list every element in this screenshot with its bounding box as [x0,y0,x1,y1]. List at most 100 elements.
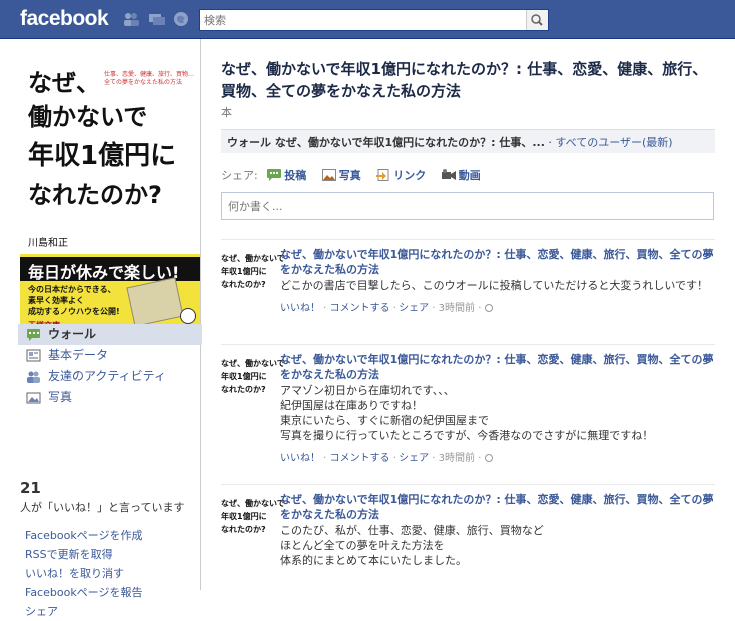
story-actor-link[interactable]: なぜ、働かないで年収1億円になれたのか？: 仕事、恋愛、健康、旅行、買物、全ての… [280,247,715,277]
story-message-line: 東京にいたら、すぐに新宿の紀伊国屋まで [280,414,489,427]
story-message: どこかの書店で目撃したら、このウオールに投稿していただけると大変うれしいです！ [280,278,715,293]
photos-icon [26,392,41,404]
story-message: このたび、私が、仕事、恋愛、健康、旅行、買物など ほとんど全ての夢を叶えた方法を… [280,523,715,568]
filter-selected[interactable]: ウォール なぜ、働かないで年収1億円になれたのか？: 仕事、... [227,136,545,149]
likes-text: 人が「いいね！」と言っています [20,501,185,514]
share-video-button[interactable]: 動画 [441,167,481,183]
status-icon [267,169,282,181]
thumb-line: なぜ、働かないで [221,359,285,368]
create-page-link[interactable]: Facebookページを作成 [25,526,142,545]
cover-band: 毎日が休みで楽しい! 今の日本だからできる、 素早く効率よく 成功するノウハウを… [20,254,200,334]
thumb-line: なれたのか? [221,525,266,534]
share-status-button[interactable]: 投稿 [267,167,306,183]
wall-story: なぜ、働かないで 年収1億円に なれたのか? なぜ、働かないで年収1億円になれた… [221,239,715,344]
cover-band-line: 今の日本だからできる、 [28,285,116,294]
story-actor-link[interactable]: なぜ、働かないで年収1億円になれたのか？: 仕事、恋愛、健康、旅行、買物、全ての… [280,492,715,522]
story-message-line: どこかの書店で目撃したら、このウオールに投稿していただけると大変うれしいです！ [280,279,709,292]
privacy-globe-icon [484,304,493,312]
left-column: なぜ、 仕事、恋愛、健康、旅行、買物…全ての夢をかなえた私の方法 働かないで 年… [0,39,202,618]
like-link[interactable]: いいね！ [280,453,320,464]
filter-all-users-link[interactable]: すべてのユーザー(最新) [555,136,672,149]
story-thumbnail[interactable]: なぜ、働かないで 年収1億円に なれたのか? [221,495,285,547]
thumb-line: 年収1億円に [221,372,267,381]
story-thumbnail[interactable]: なぜ、働かないで 年収1億円に なれたのか? [221,355,285,407]
story-body: なぜ、働かないで年収1億円になれたのか？: 仕事、恋愛、健康、旅行、買物、全ての… [280,492,715,568]
comment-link[interactable]: コメントする [330,453,390,464]
story-timestamp[interactable]: 3時間前 [439,453,475,464]
cat-illustration [180,308,196,324]
filter-separator: · [544,136,556,149]
friends-activity-icon [27,371,40,383]
story-message-line: 紀伊国屋は在庫ありですね！ [280,399,423,412]
thumb-line: 年収1億円に [221,512,267,521]
search-icon [531,14,543,26]
share-photo-label: 写真 [338,169,361,182]
cover-tagline: 仕事、恋愛、健康、旅行、買物…全ての夢をかなえた私の方法 [104,71,195,86]
nav-item-photos[interactable]: 写真 [18,387,201,408]
likes-count[interactable]: 21 [20,479,200,497]
friend-requests-icon[interactable] [122,11,140,27]
story-actor-link[interactable]: なぜ、働かないで年収1億円になれたのか？: 仕事、恋愛、健康、旅行、買物、全ての… [280,352,715,382]
cover-title-line-3: 年収1億円に [28,141,177,171]
search-button[interactable] [526,10,548,30]
nav-item-info[interactable]: 基本データ [18,345,201,366]
video-icon [441,169,456,180]
story-meta: いいね！ · コメントする · シェア · 3時間前 · [280,449,715,464]
share-video-label: 動画 [458,169,481,182]
top-bar: facebook [0,0,735,39]
composer-input[interactable] [222,193,713,219]
nav-item-wall[interactable]: ウォール [18,324,202,345]
like-link[interactable]: いいね！ [280,303,320,314]
left-links: Facebookページを作成 RSSで更新を取得 いいね！を取り消す Faceb… [25,526,142,621]
share-page-link[interactable]: シェア [25,602,142,621]
share-link-button[interactable]: リンク [376,167,426,183]
cover-title-line-2: 働かないで [28,103,148,131]
info-icon [26,349,41,362]
wall-story: なぜ、働かないで 年収1億円に なれたのか? なぜ、働かないで年収1億円になれた… [221,344,715,479]
nav-item-label: 写真 [48,390,73,404]
cover-title-line-1: なぜ、 [28,69,100,97]
share-link[interactable]: シェア [399,303,429,314]
search-input[interactable] [200,10,522,30]
cover-title-line-4: なれたのか? [28,181,162,209]
report-page-link[interactable]: Facebookページを報告 [25,583,142,602]
search-box [199,9,549,31]
messages-icon[interactable] [148,11,166,27]
cover-band-body: 今の日本だからできる、 素早く効率よく 成功するノウハウを公開! [28,284,120,317]
wall-filter-bar: ウォール なぜ、働かないで年収1億円になれたのか？: 仕事、... · すべての… [221,129,715,153]
story-timestamp[interactable]: 3時間前 [439,303,475,314]
share-photo-button[interactable]: 写真 [321,167,361,183]
page-title: なぜ、働かないで年収1億円になれたのか？: 仕事、恋愛、健康、旅行、買物、全ての… [221,60,708,100]
page-category[interactable]: 本 [221,104,232,120]
story-message-line: 体系的にまとめて本にいたしました。 [280,554,467,567]
thumb-line: なれたのか? [221,280,266,289]
thumb-line: 年収1億円に [221,267,267,276]
thumb-line: なぜ、働かないで [221,499,285,508]
profile-picture-book-cover[interactable]: なぜ、 仕事、恋愛、健康、旅行、買物…全ての夢をかなえた私の方法 働かないで 年… [18,59,200,354]
share-label: シェア: [221,169,258,182]
story-message-line: アマゾン初日から在庫切れです、、、 [280,384,455,397]
rss-link[interactable]: RSSで更新を取得 [25,545,142,564]
cover-author: 川島和正 [28,238,68,249]
money-illustration [126,277,184,327]
nav-item-friends-activity[interactable]: 友達のアクティビティ [18,366,201,387]
left-nav: ウォール 基本データ 友達のアクティビティ 写真 [18,324,202,408]
composer-box [221,192,714,220]
story-body: なぜ、働かないで年収1億円になれたのか？: 仕事、恋愛、健康、旅行、買物、全ての… [280,247,715,314]
comment-link[interactable]: コメントする [330,303,390,314]
share-status-label: 投稿 [284,169,307,182]
nav-item-label: 基本データ [48,348,109,362]
share-link-label: リンク [393,169,427,182]
story-message-line: ほとんど全ての夢を叶えた方法を [280,539,445,552]
share-link[interactable]: シェア [399,453,429,464]
story-thumbnail[interactable]: なぜ、働かないで 年収1億円に なれたのか? [221,250,285,302]
story-message-line: 写真を撮りに行っていたところですが、今香港なのでさすがに無理ですね！ [280,429,654,442]
cover-band-line: 素早く効率よく [28,296,84,305]
facebook-logo[interactable]: facebook [20,7,109,31]
thumb-line: なぜ、働かないで [221,254,285,263]
story-message: アマゾン初日から在庫切れです、、、 紀伊国屋は在庫ありですね！ 東京にいたら、す… [280,383,715,443]
unlike-link[interactable]: いいね！を取り消す [25,564,142,583]
likes-block: 21 人が「いいね！」と言っています [20,479,200,515]
notifications-icon[interactable] [172,11,190,27]
cover-band-line: 成功するノウハウを公開! [28,307,120,316]
